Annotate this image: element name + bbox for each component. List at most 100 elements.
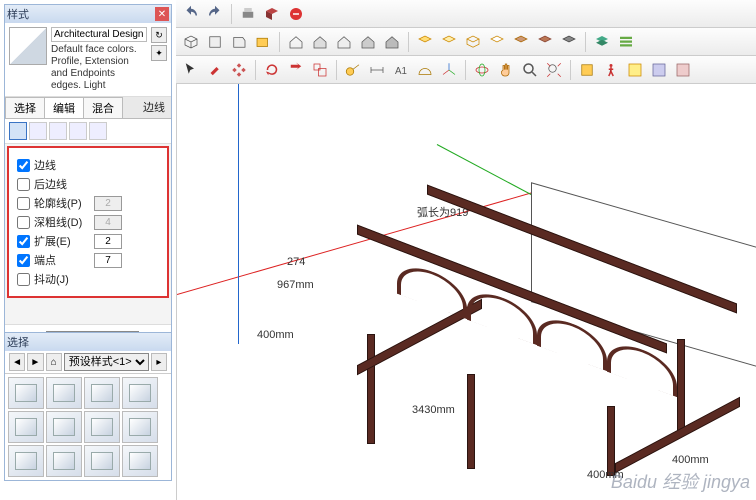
tool-scale[interactable] bbox=[309, 59, 331, 81]
tool-plugin-2[interactable] bbox=[648, 59, 670, 81]
tool-plugin-3[interactable] bbox=[672, 59, 694, 81]
tool-box[interactable] bbox=[252, 31, 274, 53]
style-thumb-item[interactable] bbox=[84, 445, 120, 477]
tool-component[interactable] bbox=[228, 59, 250, 81]
nav-fwd-button[interactable]: ► bbox=[27, 353, 43, 371]
view-house-2[interactable] bbox=[309, 31, 331, 53]
tool-iso[interactable] bbox=[180, 31, 202, 53]
style-thumb-item[interactable] bbox=[84, 377, 120, 409]
dim-967: 967mm bbox=[277, 279, 314, 291]
tab-edit[interactable]: 编辑 bbox=[44, 97, 84, 118]
tool-zoom-extents[interactable] bbox=[543, 59, 565, 81]
style-thumb-item[interactable] bbox=[8, 445, 44, 477]
tool-pan[interactable] bbox=[495, 59, 517, 81]
style-thumbnails bbox=[5, 374, 171, 480]
style-thumb-item[interactable] bbox=[122, 445, 158, 477]
svg-text:A1: A1 bbox=[395, 65, 407, 76]
style-thumb-item[interactable] bbox=[46, 411, 82, 443]
style-mono[interactable] bbox=[558, 31, 580, 53]
pergola-model bbox=[357, 224, 717, 454]
style-tex[interactable] bbox=[534, 31, 556, 53]
style-hidden[interactable] bbox=[486, 31, 508, 53]
style-description: Default face colors. Profile, Extension … bbox=[51, 44, 147, 92]
style-shaded[interactable] bbox=[510, 31, 532, 53]
style-thumb-item[interactable] bbox=[8, 411, 44, 443]
jitter-checkbox[interactable] bbox=[17, 273, 30, 286]
column bbox=[677, 339, 685, 434]
tool-dimension[interactable] bbox=[366, 59, 388, 81]
style-thumb-item[interactable] bbox=[84, 411, 120, 443]
styles-panel: 样式 ✕ Default face colors. Profile, Exten… bbox=[4, 4, 172, 356]
browser-header[interactable]: 选择 bbox=[5, 333, 171, 351]
edge-settings-icon[interactable] bbox=[9, 122, 27, 140]
nav-home-button[interactable]: ⌂ bbox=[46, 353, 62, 371]
tool-print[interactable] bbox=[237, 3, 259, 25]
panel-header[interactable]: 样式 ✕ bbox=[5, 5, 171, 23]
details-button[interactable]: ▸ bbox=[151, 353, 167, 371]
edge-section-label: 边线 bbox=[137, 97, 171, 118]
model-viewport[interactable]: 弧长为919 967mm 274 400mm 3430mm 400mm 400m… bbox=[176, 84, 756, 500]
tool-rotate[interactable] bbox=[261, 59, 283, 81]
view-house-3[interactable] bbox=[333, 31, 355, 53]
tool-redo[interactable] bbox=[204, 3, 226, 25]
update-style-button[interactable]: ↻ bbox=[151, 27, 167, 43]
extension-checkbox[interactable] bbox=[17, 235, 30, 248]
tool-front[interactable] bbox=[228, 31, 250, 53]
column bbox=[607, 406, 615, 476]
tool-tape[interactable] bbox=[342, 59, 364, 81]
tool-orbit[interactable] bbox=[471, 59, 493, 81]
profiles-checkbox[interactable] bbox=[17, 197, 30, 210]
tool-plugin-1[interactable] bbox=[624, 59, 646, 81]
style-thumb-item[interactable] bbox=[8, 377, 44, 409]
watermark-settings-icon[interactable] bbox=[69, 122, 87, 140]
new-style-button[interactable]: ✦ bbox=[151, 45, 167, 61]
tab-mix[interactable]: 混合 bbox=[83, 97, 123, 118]
outliner-icon[interactable] bbox=[615, 31, 637, 53]
tool-undo[interactable] bbox=[180, 3, 202, 25]
style-thumb-item[interactable] bbox=[122, 377, 158, 409]
style-thumb-item[interactable] bbox=[46, 445, 82, 477]
tool-select[interactable] bbox=[180, 59, 202, 81]
tool-zoom[interactable] bbox=[519, 59, 541, 81]
view-house-5[interactable] bbox=[381, 31, 403, 53]
tool-axes[interactable] bbox=[438, 59, 460, 81]
tool-model[interactable] bbox=[261, 3, 283, 25]
endpoints-checkbox[interactable] bbox=[17, 254, 30, 267]
nav-back-button[interactable]: ◄ bbox=[9, 353, 25, 371]
back-edges-checkbox[interactable] bbox=[17, 178, 30, 191]
face-settings-icon[interactable] bbox=[29, 122, 47, 140]
profiles-value bbox=[94, 196, 122, 211]
layers-icon[interactable] bbox=[591, 31, 613, 53]
style-info: Default face colors. Profile, Extension … bbox=[5, 23, 171, 97]
view-house-1[interactable] bbox=[285, 31, 307, 53]
tool-stop[interactable] bbox=[285, 3, 307, 25]
style-name-input[interactable] bbox=[51, 27, 147, 42]
column bbox=[467, 374, 475, 469]
style-wire[interactable] bbox=[462, 31, 484, 53]
style-thumb-item[interactable] bbox=[122, 411, 158, 443]
toolbar-row-2 bbox=[176, 28, 756, 56]
tool-section[interactable] bbox=[576, 59, 598, 81]
style-thumbnail[interactable] bbox=[9, 27, 47, 65]
jitter-label: 抖动(J) bbox=[34, 271, 90, 287]
style-back[interactable] bbox=[438, 31, 460, 53]
collection-select[interactable]: 预设样式<1> bbox=[64, 353, 149, 371]
modeling-settings-icon[interactable] bbox=[89, 122, 107, 140]
back-edges-label: 后边线 bbox=[34, 176, 90, 192]
tab-select[interactable]: 选择 bbox=[5, 97, 45, 118]
close-icon[interactable]: ✕ bbox=[155, 7, 169, 21]
tool-text[interactable]: A1 bbox=[390, 59, 412, 81]
tool-followme[interactable] bbox=[285, 59, 307, 81]
depth-cue-checkbox[interactable] bbox=[17, 216, 30, 229]
tool-paint[interactable] bbox=[204, 59, 226, 81]
edges-checkbox[interactable] bbox=[17, 159, 30, 172]
style-thumb-item[interactable] bbox=[46, 377, 82, 409]
tool-top[interactable] bbox=[204, 31, 226, 53]
tool-protractor[interactable] bbox=[414, 59, 436, 81]
background-settings-icon[interactable] bbox=[49, 122, 67, 140]
style-xray[interactable] bbox=[414, 31, 436, 53]
endpoints-value[interactable] bbox=[94, 253, 122, 268]
extension-value[interactable] bbox=[94, 234, 122, 249]
tool-walk[interactable] bbox=[600, 59, 622, 81]
view-house-4[interactable] bbox=[357, 31, 379, 53]
